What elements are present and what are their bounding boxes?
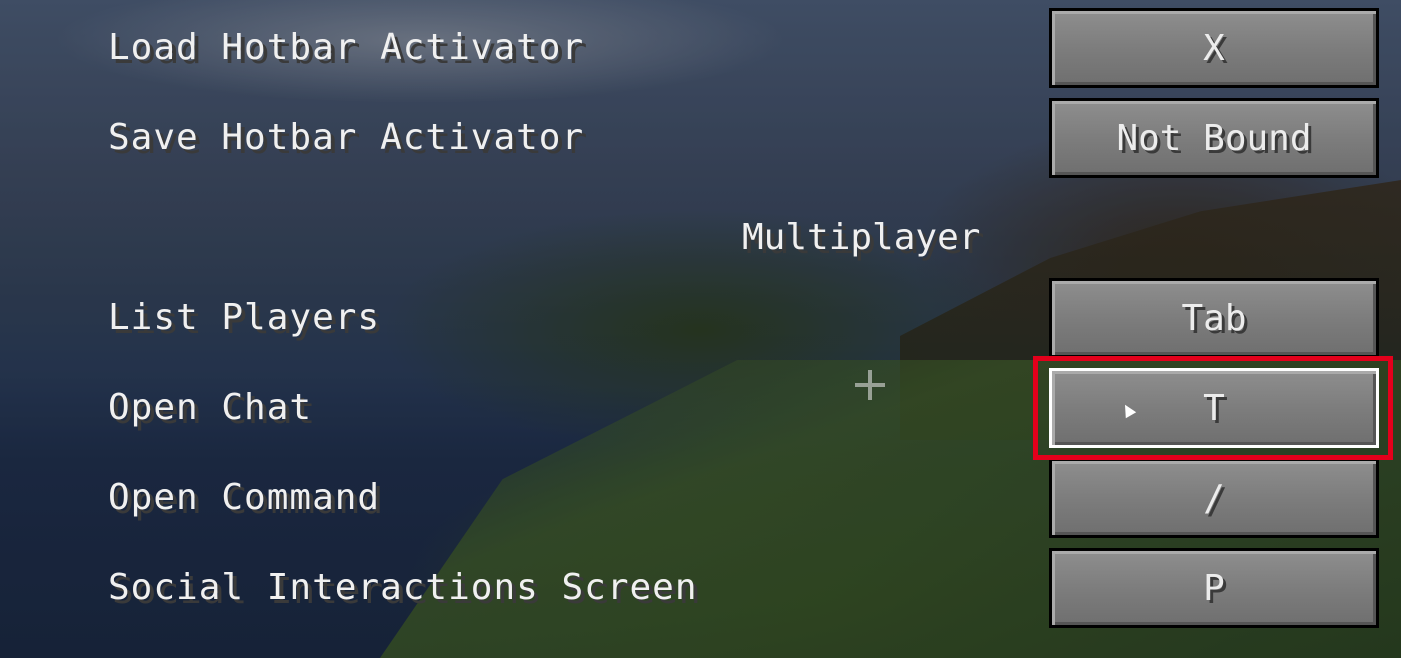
section-title-multiplayer: Multiplayer [742, 217, 981, 258]
keybind-label-save-hotbar: Save Hotbar Activator [108, 117, 585, 158]
crosshair-icon [855, 370, 885, 400]
keybind-label-social-interactions: Social Interactions Screen [108, 567, 698, 608]
keybind-label-list-players: List Players [108, 297, 381, 338]
keybind-button-open-chat[interactable]: T [1049, 368, 1379, 448]
keybind-button-list-players[interactable]: Tab [1049, 278, 1379, 358]
keybind-label-open-chat: Open Chat [108, 387, 313, 428]
keybind-label-open-command: Open Command [108, 477, 381, 518]
keybind-button-save-hotbar[interactable]: Not Bound [1049, 98, 1379, 178]
keybind-button-open-command[interactable]: / [1049, 458, 1379, 538]
keybind-button-social-interactions[interactable]: P [1049, 548, 1379, 628]
keybind-label-load-hotbar: Load Hotbar Activator [108, 27, 585, 68]
keybind-button-load-hotbar[interactable]: X [1049, 8, 1379, 88]
